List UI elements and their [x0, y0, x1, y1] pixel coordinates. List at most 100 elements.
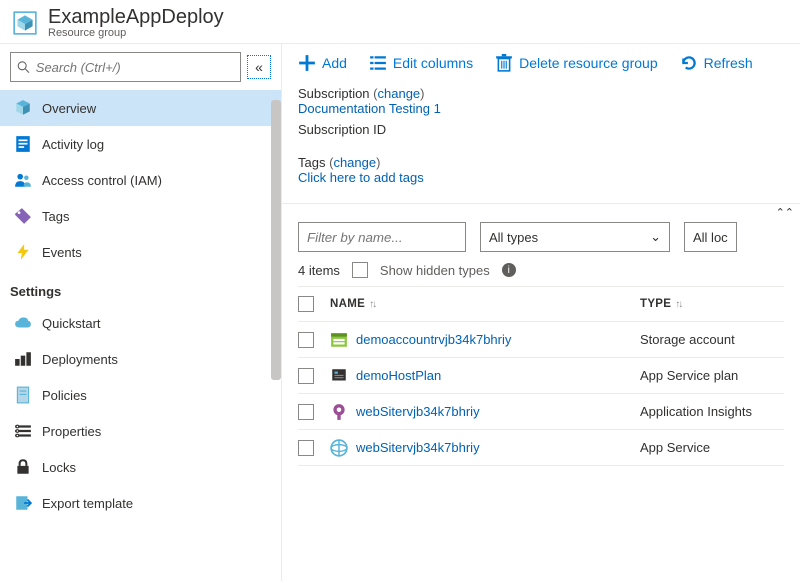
sidebar-item-label: Export template	[42, 496, 133, 511]
sidebar-item-locks[interactable]: Locks	[0, 449, 281, 485]
page-header: ExampleAppDeploy Resource group	[0, 0, 800, 44]
subscription-name-link[interactable]: Documentation Testing 1	[298, 101, 784, 116]
table-header: NAME↑↓ TYPE↑↓	[298, 286, 784, 322]
main-panel: Add Edit columns Delete resource group R…	[282, 44, 800, 581]
people-icon	[14, 171, 32, 189]
table-row[interactable]: webSitervjb34k7bhriy Application Insight…	[298, 394, 784, 430]
info-block: Subscription (change) Documentation Test…	[282, 82, 800, 195]
sidebar-item-label: Tags	[42, 209, 69, 224]
props-icon	[14, 422, 32, 440]
columns-icon	[369, 54, 387, 72]
sidebar-item-tags[interactable]: Tags	[0, 198, 281, 234]
sidebar-item-events[interactable]: Events	[0, 234, 281, 270]
sidebar-nav: Overview Activity log Access control (IA…	[0, 90, 281, 521]
policy-icon	[14, 386, 32, 404]
resource-name-link[interactable]: demoaccountrvjb34k7bhriy	[330, 331, 630, 349]
sort-icon: ↑↓	[369, 299, 375, 310]
sidebar-item-export-template[interactable]: Export template	[0, 485, 281, 521]
resource-type: Storage account	[640, 332, 784, 347]
resource-type: Application Insights	[640, 404, 784, 419]
sidebar: « Overview Activity log Access control (…	[0, 44, 282, 581]
export-icon	[14, 494, 32, 512]
collapse-details-icon[interactable]: ⌃⌃	[776, 206, 794, 219]
deploy-icon	[14, 350, 32, 368]
resource-name-link[interactable]: webSitervjb34k7bhriy	[330, 439, 630, 457]
edit-columns-button[interactable]: Edit columns	[369, 54, 473, 72]
resource-group-icon	[12, 10, 38, 36]
tags-label: Tags	[298, 155, 325, 170]
column-type[interactable]: TYPE↑↓	[640, 298, 784, 310]
sidebar-item-overview[interactable]: Overview	[0, 90, 281, 126]
sidebar-scrollbar[interactable]	[271, 100, 281, 380]
resource-type: App Service plan	[640, 368, 784, 383]
row-checkbox[interactable]	[298, 332, 314, 348]
table-row[interactable]: webSitervjb34k7bhriy App Service	[298, 430, 784, 466]
sidebar-item-quickstart[interactable]: Quickstart	[0, 305, 281, 341]
refresh-icon	[680, 54, 698, 72]
tag-icon	[14, 207, 32, 225]
subscription-id-label: Subscription ID	[298, 122, 784, 137]
resource-name-link[interactable]: demoHostPlan	[330, 367, 630, 385]
app-service-icon	[330, 439, 348, 457]
sidebar-item-label: Deployments	[42, 352, 118, 367]
collapse-sidebar-button[interactable]: «	[247, 55, 271, 79]
log-icon	[14, 135, 32, 153]
sidebar-item-label: Policies	[42, 388, 87, 403]
bolt-icon	[14, 243, 32, 261]
list-summary: 4 items Show hidden types i	[282, 262, 800, 286]
subscription-label: Subscription	[298, 86, 370, 101]
lock-icon	[14, 458, 32, 476]
filter-row: All types ⌄ All loc	[282, 204, 800, 262]
search-input[interactable]	[36, 60, 234, 75]
show-hidden-checkbox[interactable]	[352, 262, 368, 278]
cloud-icon	[14, 314, 32, 332]
sidebar-section-settings: Settings	[0, 270, 281, 305]
filter-by-name[interactable]	[298, 222, 466, 252]
location-filter-select[interactable]: All loc	[684, 222, 737, 252]
column-name[interactable]: NAME↑↓	[330, 298, 630, 310]
storage-icon	[330, 331, 348, 349]
row-checkbox[interactable]	[298, 404, 314, 420]
add-tags-link[interactable]: Click here to add tags	[298, 170, 784, 185]
section-divider: ⌃⌃	[282, 203, 800, 204]
subscription-change-link[interactable]: change	[378, 86, 421, 101]
select-all-checkbox[interactable]	[298, 296, 314, 312]
sidebar-item-label: Activity log	[42, 137, 104, 152]
chevron-down-icon: ⌄	[650, 229, 661, 245]
trash-icon	[495, 54, 513, 72]
sidebar-item-policies[interactable]: Policies	[0, 377, 281, 413]
type-filter-select[interactable]: All types ⌄	[480, 222, 670, 252]
tags-change-link[interactable]: change	[333, 155, 376, 170]
resource-type: App Service	[640, 440, 784, 455]
app-service-plan-icon	[330, 367, 348, 385]
sidebar-item-label: Properties	[42, 424, 101, 439]
table-row[interactable]: demoaccountrvjb34k7bhriy Storage account	[298, 322, 784, 358]
row-checkbox[interactable]	[298, 368, 314, 384]
search-box[interactable]	[10, 52, 241, 82]
item-count: 4 items	[298, 263, 340, 278]
delete-button[interactable]: Delete resource group	[495, 54, 658, 72]
refresh-button[interactable]: Refresh	[680, 54, 753, 72]
show-hidden-label: Show hidden types	[380, 263, 490, 278]
location-filter-label: All loc	[693, 230, 728, 245]
cube-icon	[14, 99, 32, 117]
add-button[interactable]: Add	[298, 54, 347, 72]
sidebar-item-access-control[interactable]: Access control (IAM)	[0, 162, 281, 198]
sidebar-item-properties[interactable]: Properties	[0, 413, 281, 449]
filter-input[interactable]	[307, 230, 457, 245]
app-insights-icon	[330, 403, 348, 421]
edit-columns-label: Edit columns	[393, 55, 473, 71]
resource-name-link[interactable]: webSitervjb34k7bhriy	[330, 403, 630, 421]
delete-label: Delete resource group	[519, 55, 658, 71]
plus-icon	[298, 54, 316, 72]
refresh-label: Refresh	[704, 55, 753, 71]
sidebar-item-label: Locks	[42, 460, 76, 475]
sidebar-item-label: Events	[42, 245, 82, 260]
info-icon[interactable]: i	[502, 263, 516, 277]
table-row[interactable]: demoHostPlan App Service plan	[298, 358, 784, 394]
resource-table: NAME↑↓ TYPE↑↓ demoaccountrvjb34k7bhriy S…	[282, 286, 800, 466]
sidebar-item-activity-log[interactable]: Activity log	[0, 126, 281, 162]
search-icon	[17, 60, 30, 74]
row-checkbox[interactable]	[298, 440, 314, 456]
sidebar-item-deployments[interactable]: Deployments	[0, 341, 281, 377]
